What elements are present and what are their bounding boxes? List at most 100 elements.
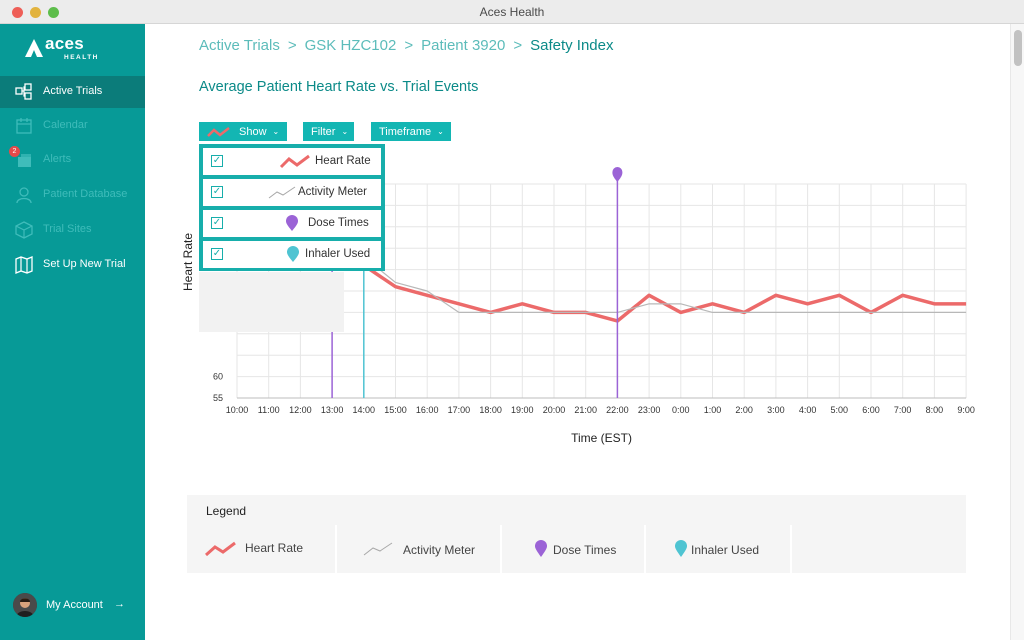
filter-label: Filter — [311, 125, 336, 138]
x-tick-label: 10:00 — [226, 405, 249, 415]
logo-word: aces — [45, 34, 85, 53]
show-option-inhaler-used[interactable]: ✓ Inhaler Used — [203, 241, 381, 268]
show-option-label: Inhaler Used — [305, 248, 371, 260]
heart-rate-line-icon — [207, 126, 230, 137]
window-title: Aces Health — [479, 5, 545, 19]
activity-line-icon — [363, 542, 393, 556]
checkbox-icon[interactable]: ✓ — [211, 155, 223, 167]
legend-item-dose-times: Dose Times — [502, 525, 646, 573]
legend-item-heart-rate: Heart Rate — [187, 525, 337, 573]
inhaler-pin-icon — [675, 540, 687, 557]
x-tick-label: 11:00 — [258, 405, 280, 415]
sidebar-item-calendar[interactable]: Calendar — [0, 110, 145, 142]
show-option-heart-rate[interactable]: ✓ Heart Rate — [203, 148, 381, 175]
x-tick-label: 15:00 — [384, 405, 407, 415]
inhaler-pin-icon — [287, 246, 299, 262]
logo-sub: HEALTH — [64, 54, 99, 61]
x-tick-label: 3:00 — [767, 405, 785, 415]
breadcrumb-separator: > — [404, 37, 414, 54]
x-tick-label: 8:00 — [926, 405, 944, 415]
dose-event-pin-icon — [612, 167, 623, 182]
checkbox-icon[interactable]: ✓ — [211, 186, 223, 198]
timeframe-label: Timeframe — [379, 125, 432, 138]
sidebar-item-label: Calendar — [43, 119, 88, 131]
my-account-link[interactable]: My Account → — [13, 593, 138, 619]
scrollbar-thumb[interactable] — [1014, 30, 1022, 66]
map-icon — [15, 256, 33, 274]
y-tick-label: 55 — [213, 393, 223, 403]
legend-label: Dose Times — [553, 543, 617, 557]
show-option-activity-meter[interactable]: ✓ Activity Meter — [203, 179, 381, 206]
filter-dropdown-button[interactable]: Filter ⌄ — [303, 122, 354, 141]
patient-icon — [16, 187, 32, 204]
sidebar: aces HEALTH Active Trials Calendar 2 Ale… — [0, 24, 145, 640]
vertical-scrollbar[interactable] — [1010, 24, 1024, 640]
legend-item-activity-meter: Activity Meter — [337, 525, 502, 573]
x-tick-label: 18:00 — [479, 405, 502, 415]
show-option-label: Dose Times — [308, 217, 369, 229]
calendar-icon — [16, 118, 32, 134]
my-account-label: My Account — [46, 599, 103, 611]
sidebar-item-alerts[interactable]: 2 Alerts — [0, 144, 145, 176]
x-tick-label: 9:00 — [957, 405, 975, 415]
x-tick-label: 21:00 — [574, 405, 597, 415]
legend-header: Legend — [187, 495, 966, 524]
breadcrumb-separator: > — [287, 37, 297, 54]
x-tick-label: 1:00 — [704, 405, 722, 415]
show-option-label: Heart Rate — [315, 155, 371, 167]
breadcrumb-item[interactable]: Active Trials — [199, 37, 280, 54]
sidebar-item-label: Trial Sites — [43, 223, 92, 235]
x-tick-label: 13:00 — [321, 405, 344, 415]
heart-rate-line-icon — [279, 154, 310, 169]
x-tick-label: 7:00 — [894, 405, 912, 415]
sites-icon — [15, 221, 33, 239]
sidebar-item-label: Active Trials — [43, 85, 103, 97]
legend-label: Activity Meter — [403, 543, 476, 557]
show-label: Show — [239, 125, 267, 138]
x-tick-label: 23:00 — [638, 405, 661, 415]
breadcrumb: Active Trials > GSK HZC102 > Patient 3920 > Sa… — [199, 37, 614, 54]
arrow-right-icon: → — [114, 598, 125, 610]
menu-shadow — [199, 272, 344, 332]
aces-logo[interactable]: aces HEALTH — [24, 34, 99, 64]
sidebar-item-set-up-new-trial[interactable]: Set Up New Trial — [0, 249, 145, 281]
checkbox-icon[interactable]: ✓ — [211, 248, 223, 260]
y-axis-title: Heart Rate — [181, 233, 195, 291]
breadcrumb-separator: > — [513, 37, 523, 54]
sidebar-item-trial-sites[interactable]: Trial Sites — [0, 214, 145, 246]
x-tick-label: 6:00 — [862, 405, 880, 415]
show-dropdown-button[interactable]: Show ⌄ — [199, 122, 287, 141]
x-tick-label: 20:00 — [543, 405, 566, 415]
window-title-bar: Aces Health — [0, 0, 1024, 24]
main-content: Active Trials > GSK HZC102 > Patient 3920 > Sa… — [145, 24, 1010, 640]
x-tick-label: 16:00 — [416, 405, 439, 415]
trials-icon — [15, 83, 32, 100]
chevron-down-icon: ⌄ — [341, 127, 349, 136]
timeframe-dropdown-button[interactable]: Timeframe ⌄ — [371, 122, 451, 141]
x-tick-label: 17:00 — [448, 405, 471, 415]
checkbox-icon[interactable]: ✓ — [211, 217, 223, 229]
x-tick-label: 5:00 — [831, 405, 849, 415]
breadcrumb-item[interactable]: Patient 3920 — [421, 37, 505, 54]
y-tick-label: 60 — [213, 372, 223, 382]
legend-panel: Legend Heart Rate Activity Meter Dose Ti… — [187, 495, 966, 573]
sidebar-item-label: Set Up New Trial — [43, 258, 126, 270]
show-menu: ✓ Heart Rate ✓ Activity Meter ✓ Dose Tim… — [199, 144, 385, 271]
show-option-dose-times[interactable]: ✓ Dose Times — [203, 210, 381, 237]
breadcrumb-item[interactable]: GSK HZC102 — [305, 37, 397, 54]
x-tick-label: 19:00 — [511, 405, 534, 415]
x-tick-label: 0:00 — [672, 405, 690, 415]
dose-pin-icon — [535, 540, 547, 557]
chevron-down-icon: ⌄ — [272, 127, 280, 136]
chart-title: Average Patient Heart Rate vs. Trial Eve… — [199, 79, 479, 95]
legend-item-inhaler-used: Inhaler Used — [646, 525, 792, 573]
alerts-badge: 2 — [9, 146, 20, 157]
x-tick-label: 14:00 — [353, 405, 376, 415]
sidebar-item-active-trials[interactable]: Active Trials — [0, 76, 145, 108]
legend-title: Legend — [206, 504, 247, 518]
sidebar-item-label: Alerts — [43, 153, 72, 165]
avatar — [13, 593, 37, 617]
heart-rate-line-icon — [205, 541, 236, 557]
sidebar-item-patient-database[interactable]: Patient Database — [0, 179, 145, 211]
sidebar-item-label: Patient Database — [43, 188, 128, 200]
